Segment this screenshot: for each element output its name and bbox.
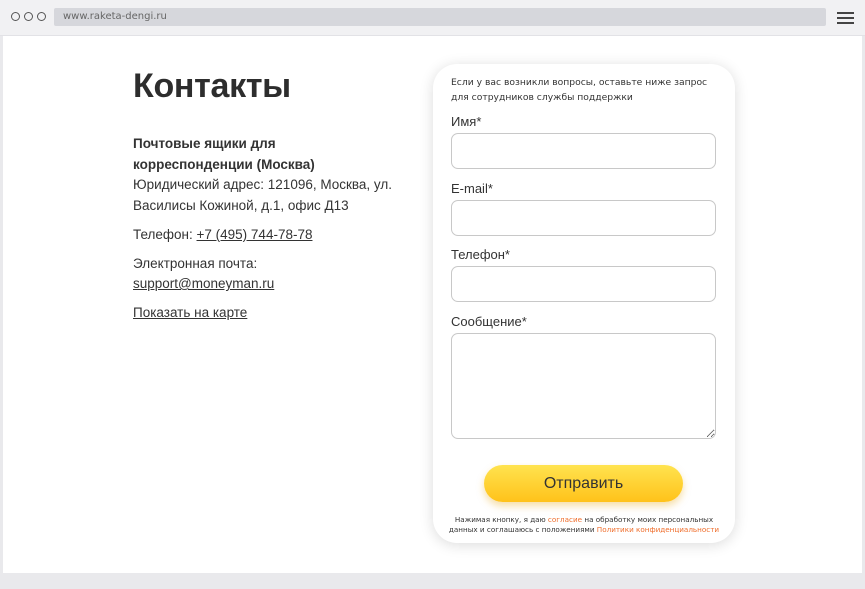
legal-prefix: Нажимая кнопку, я даю [454,515,548,524]
phone-label: Телефон: [133,227,197,242]
postal-address: Почтовые ящики для корреспонденции (Моск… [133,134,393,216]
email-line: Электронная почта: support@moneyman.ru [133,254,393,294]
phone-line: Телефон: +7 (495) 744-78-78 [133,225,393,245]
phone-input[interactable] [451,266,716,302]
address-heading: Почтовые ящики для корреспонденции (Моск… [133,136,315,172]
name-label: Имя* [451,114,482,129]
page-title: Контакты [133,67,291,105]
show-map-link[interactable]: Показать на карте [133,305,247,320]
contacts-info: Контакты Почтовые ящики для корреспонден… [133,66,393,323]
privacy-policy-link[interactable]: Политики конфиденциальности [597,525,719,534]
phone-link[interactable]: +7 (495) 744-78-78 [197,227,313,242]
message-textarea[interactable] [451,333,716,439]
window-dot-icon[interactable] [24,12,33,21]
hamburger-menu-icon[interactable] [837,12,854,27]
name-input[interactable] [451,133,716,169]
bottom-bar [0,573,865,589]
map-line: Показать на карте [133,303,393,323]
email-label: Электронная почта: [133,256,258,271]
message-label: Сообщение* [451,314,527,329]
page-content: Контакты Почтовые ящики для корреспонден… [3,36,862,573]
submit-button[interactable]: Отправить [484,465,683,502]
window-dot-icon[interactable] [37,12,46,21]
email-label: E-mail* [451,181,493,196]
window-controls [11,12,46,21]
legal-notice: Нажимая кнопку, я даю согласие на обрабо… [445,515,723,535]
browser-chrome: www.raketa-dengi.ru [0,0,865,36]
support-form: Если у вас возникли вопросы, оставьте ни… [433,64,735,543]
phone-label: Телефон* [451,247,510,262]
address-bar[interactable]: www.raketa-dengi.ru [54,8,826,26]
window-dot-icon[interactable] [11,12,20,21]
email-input[interactable] [451,200,716,236]
form-intro: Если у вас возникли вопросы, оставьте ни… [451,77,708,103]
email-link[interactable]: support@moneyman.ru [133,276,274,291]
address-text: Юридический адрес: 121096, Москва, ул. В… [133,177,393,213]
consent-link[interactable]: согласие [548,515,582,524]
